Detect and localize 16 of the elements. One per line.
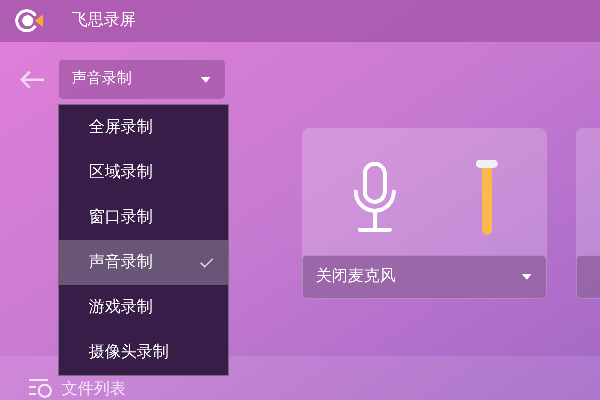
menu-item[interactable]: 区域录制 [59,150,228,195]
caret-icon [521,272,533,282]
caret-icon [200,74,212,84]
microphone-icon [352,162,398,234]
menu-item[interactable]: 全屏录制 [59,105,228,150]
volume-slider[interactable] [476,160,498,235]
window-title: 飞思录屏 [72,11,136,31]
menu-item[interactable]: 声音录制 [59,240,228,285]
menu-item[interactable]: 摄像头录制 [59,330,228,375]
menu-item[interactable]: 窗口录制 [59,195,228,240]
microphone-dropdown[interactable]: 关闭麦克风 [302,255,547,299]
back-arrow-icon[interactable] [18,68,46,90]
menu-item[interactable]: 游戏录制 [59,285,228,330]
mode-dropdown[interactable]: 声音录制 [58,59,226,100]
check-icon [200,258,214,268]
file-list-icon[interactable] [28,377,54,399]
